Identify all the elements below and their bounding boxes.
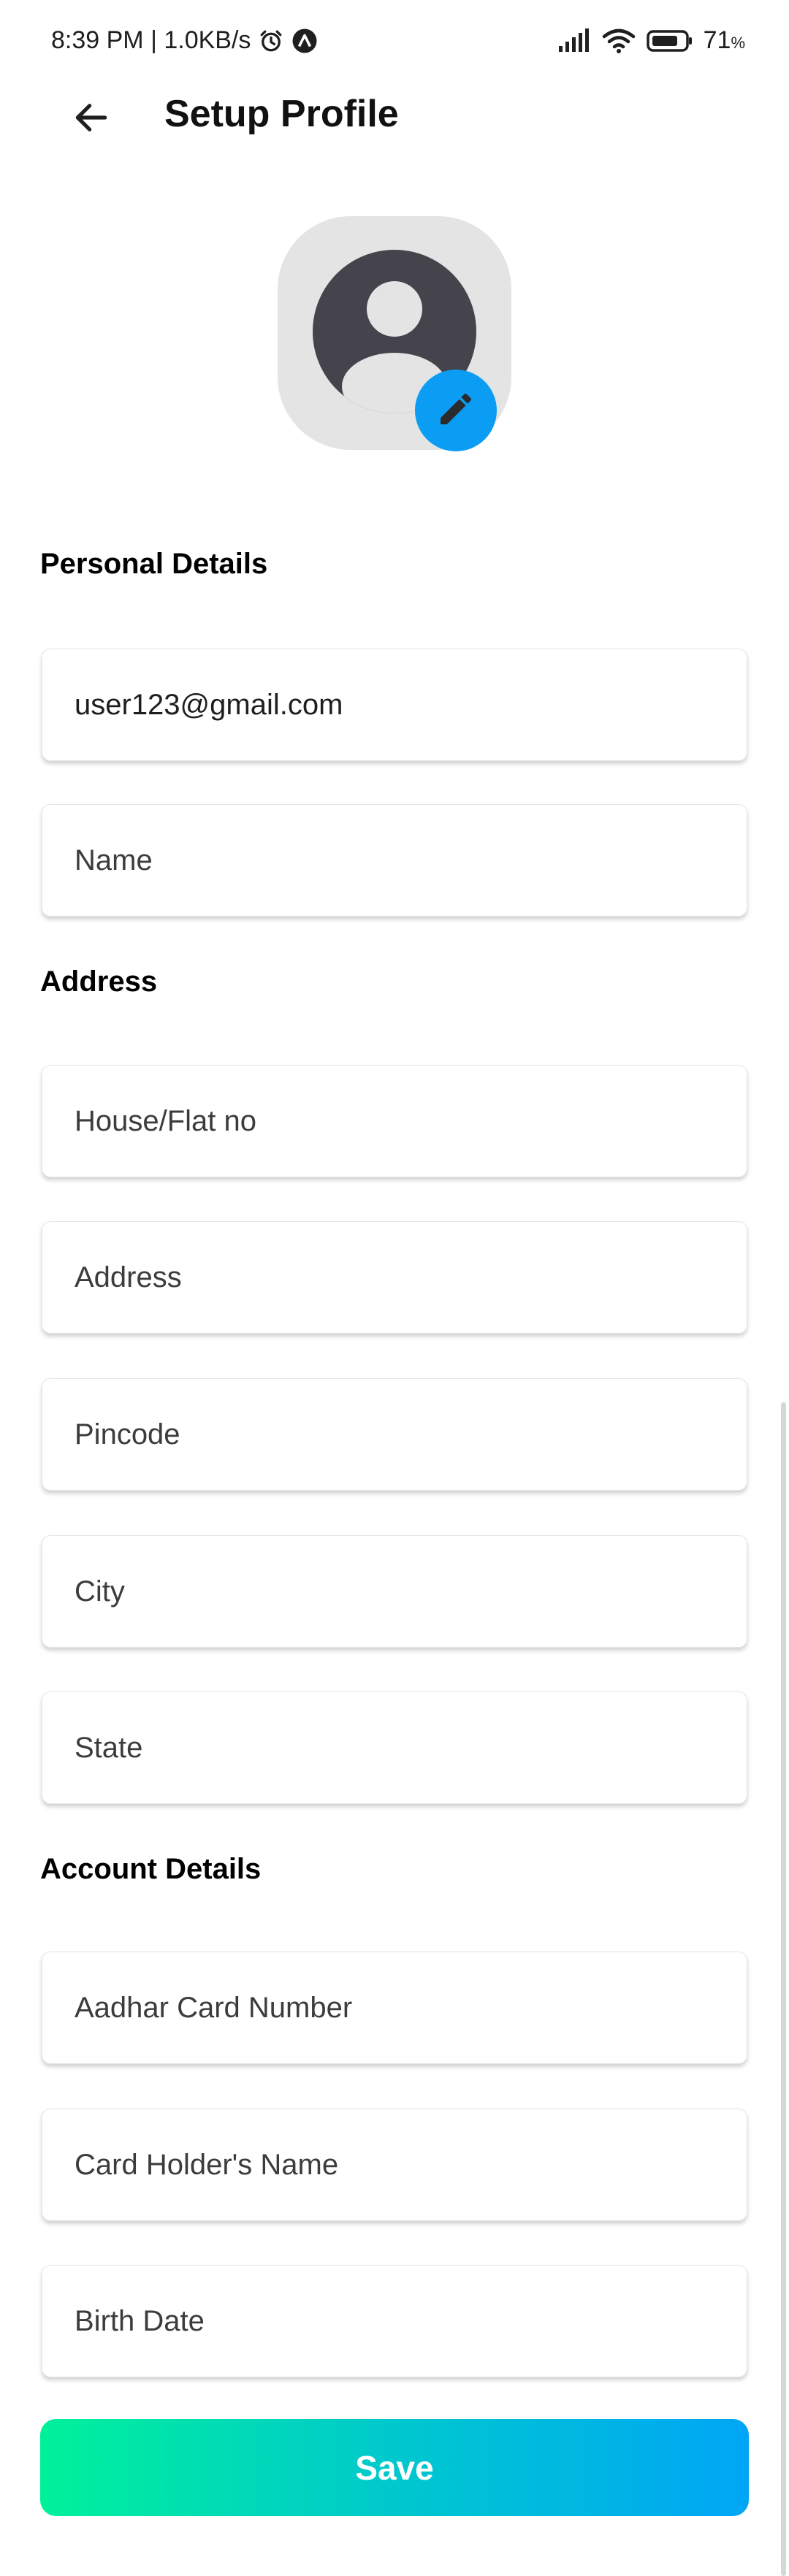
birth-date-input[interactable] bbox=[75, 2266, 717, 2377]
email-field[interactable] bbox=[42, 649, 747, 761]
status-left: 8:39 PM | 1.0KB/s bbox=[51, 26, 318, 55]
edit-avatar-button[interactable] bbox=[415, 370, 497, 451]
back-button[interactable] bbox=[66, 93, 117, 145]
battery-icon bbox=[646, 29, 693, 53]
status-bar: 8:39 PM | 1.0KB/s 71% bbox=[0, 0, 789, 88]
email-input[interactable] bbox=[75, 649, 717, 760]
address-field[interactable] bbox=[42, 1221, 747, 1334]
signal-icon bbox=[557, 28, 591, 53]
house-input[interactable] bbox=[75, 1066, 717, 1177]
section-account-details: Account Details bbox=[40, 1853, 262, 1885]
name-field[interactable] bbox=[42, 804, 747, 917]
battery-suffix: % bbox=[731, 34, 745, 52]
card-holder-field[interactable] bbox=[42, 2109, 747, 2221]
address-input[interactable] bbox=[75, 1222, 717, 1333]
profile-avatar[interactable] bbox=[278, 216, 511, 451]
app-bar: Setup Profile bbox=[0, 80, 789, 146]
arrow-back-icon bbox=[71, 97, 112, 142]
status-time-speed: 8:39 PM | 1.0KB/s bbox=[51, 26, 251, 54]
birth-date-field[interactable] bbox=[42, 2265, 747, 2377]
pincode-input[interactable] bbox=[75, 1379, 717, 1490]
page-title: Setup Profile bbox=[164, 93, 399, 135]
app-badge-icon bbox=[291, 28, 318, 54]
city-field[interactable] bbox=[42, 1535, 747, 1648]
wifi-icon bbox=[601, 28, 636, 54]
section-address: Address bbox=[40, 966, 158, 998]
status-right: 71% bbox=[557, 26, 745, 55]
pincode-field[interactable] bbox=[42, 1378, 747, 1491]
section-personal-details: Personal Details bbox=[40, 548, 268, 580]
battery-level: 71% bbox=[704, 26, 745, 55]
pencil-icon bbox=[435, 389, 476, 433]
card-holder-input[interactable] bbox=[75, 2109, 717, 2220]
aadhar-input[interactable] bbox=[75, 1952, 717, 2063]
battery-percent: 71 bbox=[703, 26, 731, 54]
city-input[interactable] bbox=[75, 1536, 717, 1647]
aadhar-field[interactable] bbox=[42, 1952, 747, 2064]
house-field[interactable] bbox=[42, 1065, 747, 1177]
scrollbar[interactable] bbox=[781, 1402, 786, 2576]
alarm-icon bbox=[258, 28, 284, 54]
save-button[interactable]: Save bbox=[40, 2419, 749, 2516]
name-input[interactable] bbox=[75, 805, 717, 916]
state-input[interactable] bbox=[75, 1692, 717, 1803]
state-field[interactable] bbox=[42, 1692, 747, 1804]
